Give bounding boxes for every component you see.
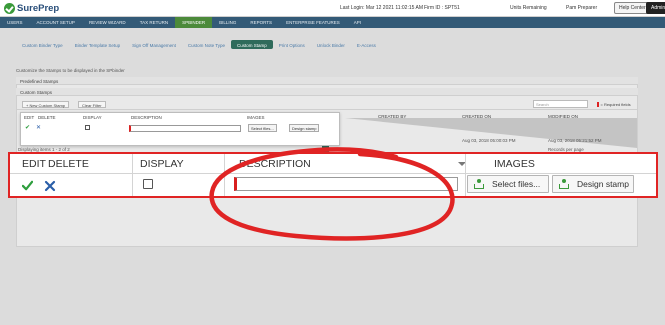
design-stamp-button[interactable]: Design stamp: [552, 175, 634, 193]
clear-filter-button[interactable]: Clear Filter: [78, 101, 106, 108]
units-remaining[interactable]: Units Remaining: [510, 5, 547, 11]
nav-item-reports[interactable]: Reports: [243, 17, 279, 28]
upload-icon: [474, 179, 484, 189]
required-fields-note: = Required fields: [597, 102, 631, 108]
tab-e-access[interactable]: E-Access: [351, 40, 382, 49]
user-menu[interactable]: Pam Preparer: [566, 5, 597, 11]
mini-check-icon[interactable]: ✔: [25, 124, 30, 131]
mini-images-header: IMAGES: [247, 115, 265, 120]
search-input[interactable]: Search: [533, 100, 588, 108]
nav-item-users[interactable]: Users: [0, 17, 30, 28]
tab-print-options[interactable]: Print Options: [273, 40, 311, 49]
mini-description-input[interactable]: [129, 125, 241, 132]
mini-delete-header: DELETE: [38, 115, 56, 120]
zoomed-edit-row: EDIT DELETE DISPLAY DESCRIPTION IMAGES S…: [8, 152, 658, 198]
sureprep-logo[interactable]: SurePrep: [4, 2, 59, 15]
grid-header-row: [10, 154, 656, 174]
mini-x-icon[interactable]: ✕: [36, 124, 41, 131]
tab-binder-template-setup[interactable]: Binder Template Setup: [69, 40, 126, 49]
col-divider: [465, 154, 466, 196]
tab-sign-off-management[interactable]: Sign Off Management: [126, 40, 182, 49]
description-header[interactable]: DESCRIPTION: [239, 158, 311, 170]
images-header: IMAGES: [494, 158, 535, 170]
created-on-cell: Aug 03, 2018 05:00:03 PM: [462, 138, 516, 143]
tab-unlock-binder[interactable]: Unlock Binder: [311, 40, 351, 49]
description-input[interactable]: [234, 177, 458, 191]
mini-display-checkbox[interactable]: [85, 125, 90, 130]
tab-custom-binder-type[interactable]: Custom Binder Type: [16, 40, 69, 49]
admin-button[interactable]: Admin: [646, 2, 665, 14]
logo-text: SurePrep: [17, 3, 60, 14]
tab-custom-note-type[interactable]: Custom Note Type: [182, 40, 231, 49]
nav-item-review-wizard[interactable]: Review Wizard: [82, 17, 133, 28]
stamp-icon: [559, 179, 569, 189]
edit-header: EDIT: [22, 158, 46, 170]
nav-item-spbinder[interactable]: SPBinder: [175, 17, 213, 28]
cancel-x-icon[interactable]: [44, 180, 56, 192]
top-header: SurePrep Last Login: Mar 12 2021 11:02:1…: [0, 0, 665, 17]
created-on-header[interactable]: CREATED ON: [462, 114, 491, 119]
col-divider: [224, 154, 225, 196]
display-checkbox[interactable]: [143, 179, 153, 189]
required-marker: [597, 102, 599, 108]
modified-on-cell: Aug 03, 2018 05:21:52 PM: [548, 138, 602, 143]
display-header[interactable]: DISPLAY: [140, 158, 184, 170]
delete-header: DELETE: [48, 158, 89, 170]
mini-description-header: DESCRIPTION: [131, 115, 162, 120]
logo-check-icon: [4, 3, 15, 14]
created-by-header[interactable]: CREATED BY: [378, 114, 406, 119]
tab-custom-stamp[interactable]: Custom Stamp: [231, 40, 273, 49]
col-divider: [132, 154, 133, 196]
modified-on-header[interactable]: MODIFIED ON: [548, 114, 578, 119]
last-login: Last Login: Mar 12 2021 11:02:15 AM: [340, 5, 424, 11]
sub-tabs: Custom Binder Type Binder Template Setup S…: [0, 37, 665, 51]
nav-item-enterprise-features[interactable]: Enterprise Features: [279, 17, 347, 28]
predefined-label: Predefined Stamps: [20, 79, 59, 84]
mini-select-files-button[interactable]: Select files...: [248, 124, 277, 132]
nav-item-billing[interactable]: Billing: [212, 17, 243, 28]
zoom-shadow: [345, 118, 637, 148]
custom-stamps-row[interactable]: Custom Stamps: [16, 88, 638, 96]
nav-item-api[interactable]: API: [347, 17, 368, 28]
save-check-icon[interactable]: [22, 180, 33, 191]
page-caption: Customize the Stamps to be displayed in …: [16, 68, 125, 73]
mini-design-stamp-button[interactable]: Design stamp: [289, 124, 320, 132]
select-files-label: Select files...: [492, 179, 541, 189]
new-custom-stamp-button[interactable]: + New Custom Stamp: [22, 101, 70, 108]
mini-display-header: DISPLAY: [83, 115, 102, 120]
custom-label: Custom Stamps: [20, 90, 53, 95]
select-files-button[interactable]: Select files...: [467, 175, 549, 193]
mini-edit-header: EDIT: [24, 115, 35, 120]
main-nav: Users Account Setup Review Wizard Tax Retur…: [0, 17, 665, 28]
firm-id: Firm ID : SPT51: [424, 5, 460, 11]
design-stamp-label: Design stamp: [577, 179, 629, 189]
predefined-stamps-row[interactable]: Predefined Stamps: [16, 77, 638, 85]
nav-item-account-setup[interactable]: Account Setup: [30, 17, 82, 28]
nav-item-tax-return[interactable]: Tax Return: [133, 17, 175, 28]
mini-edit-grid: EDIT DELETE DISPLAY DESCRIPTION IMAGES ✔…: [20, 112, 340, 146]
